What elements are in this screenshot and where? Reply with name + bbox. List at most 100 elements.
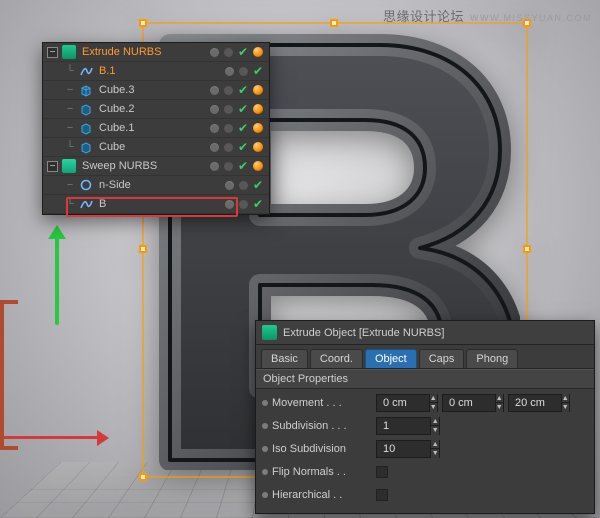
spinner-icon[interactable]: ▲▼ [430, 440, 439, 458]
render-dot[interactable] [224, 143, 233, 152]
bullet-icon [262, 400, 268, 406]
bbox-handle[interactable] [139, 19, 147, 27]
render-dot[interactable] [224, 162, 233, 171]
hierarchical-checkbox[interactable] [376, 489, 388, 501]
visibility-dot[interactable] [210, 86, 219, 95]
tree-item-b1-spline[interactable]: └ B.1 ✔ [43, 62, 269, 81]
bbox-handle[interactable] [330, 19, 338, 27]
spinner-icon[interactable]: ▲▼ [495, 394, 503, 412]
visibility-dot[interactable] [210, 143, 219, 152]
watermark-cn: 思缘设计论坛 [383, 6, 464, 25]
render-dot[interactable] [224, 105, 233, 114]
prop-label: Hierarchical . . [272, 489, 372, 501]
tree-branch-icon: − [65, 84, 75, 96]
tree-item-cube[interactable]: └ Cube ✔ [43, 138, 269, 157]
spinner-icon[interactable]: ▲▼ [561, 394, 569, 412]
bullet-icon [262, 492, 268, 498]
movement-z-field[interactable]: ▲▼ [508, 394, 570, 412]
render-dot[interactable] [224, 86, 233, 95]
enable-check-icon[interactable]: ✔ [253, 65, 263, 77]
visibility-dot[interactable] [225, 200, 234, 209]
tab-basic[interactable]: Basic [261, 349, 308, 368]
tree-branch-icon: − [65, 122, 75, 134]
tree-item-label: B.1 [97, 65, 221, 77]
attribute-manager-panel[interactable]: Extrude Object [Extrude NURBS] Basic Coo… [255, 320, 595, 514]
tree-item-extrude-nurbs[interactable]: − Extrude NURBS ✔ [43, 43, 269, 62]
bbox-handle[interactable] [523, 245, 531, 253]
tree-item-label: n-Side [97, 179, 221, 191]
phong-tag-icon[interactable] [253, 47, 263, 57]
extrude-icon [62, 45, 76, 59]
phong-tag-icon[interactable] [253, 142, 263, 152]
render-dot[interactable] [224, 48, 233, 57]
enable-check-icon[interactable]: ✔ [238, 122, 248, 134]
tree-branch-icon: └ [65, 65, 75, 77]
iso-input[interactable] [377, 443, 430, 455]
tree-item-b-spline[interactable]: └ B ✔ [43, 195, 269, 214]
cube-icon [79, 140, 93, 154]
tree-item-label: Extrude NURBS [80, 46, 206, 58]
render-dot[interactable] [239, 67, 248, 76]
tab-object[interactable]: Object [365, 349, 417, 368]
render-dot[interactable] [239, 200, 248, 209]
visibility-dot[interactable] [210, 105, 219, 114]
visibility-dot[interactable] [210, 162, 219, 171]
render-dot[interactable] [239, 181, 248, 190]
tree-item-label: Cube.3 [97, 84, 206, 96]
axis-y-arrow[interactable] [55, 230, 59, 325]
enable-check-icon[interactable]: ✔ [253, 179, 263, 191]
tab-caps[interactable]: Caps [419, 349, 465, 368]
enable-check-icon[interactable]: ✔ [253, 198, 263, 210]
spline-icon [79, 64, 93, 78]
enable-check-icon[interactable]: ✔ [238, 160, 248, 172]
movement-x-input[interactable] [377, 397, 429, 409]
spinner-icon[interactable]: ▲▼ [429, 394, 437, 412]
object-manager-panel[interactable]: − Extrude NURBS ✔ └ B.1 ✔ − Cube.3 ✔ − [42, 42, 270, 215]
movement-z-input[interactable] [509, 397, 561, 409]
bullet-icon [262, 423, 268, 429]
prop-label: Iso Subdivision [272, 443, 372, 455]
tree-item-label: Cube.2 [97, 103, 206, 115]
render-dot[interactable] [224, 124, 233, 133]
section-header: Object Properties [256, 369, 594, 389]
tree-item-cube1[interactable]: − Cube.1 ✔ [43, 119, 269, 138]
attribute-title: Extrude Object [Extrude NURBS] [283, 327, 444, 339]
phong-tag-icon[interactable] [253, 85, 263, 95]
tab-phong[interactable]: Phong [466, 349, 518, 368]
enable-check-icon[interactable]: ✔ [238, 84, 248, 96]
prop-label: Subdivision . . . [272, 420, 372, 432]
spline-icon [79, 197, 93, 211]
movement-y-input[interactable] [443, 397, 495, 409]
tree-item-label: Cube [97, 141, 206, 153]
visibility-dot[interactable] [225, 181, 234, 190]
tree-item-nside[interactable]: − n-Side ✔ [43, 176, 269, 195]
enable-check-icon[interactable]: ✔ [238, 141, 248, 153]
tab-coord[interactable]: Coord. [310, 349, 363, 368]
spinner-icon[interactable]: ▲▼ [430, 417, 439, 435]
expander-icon[interactable]: − [47, 161, 58, 172]
prop-subdivision: Subdivision . . . ▲▼ [262, 416, 588, 436]
tree-branch-icon: └ [65, 198, 75, 210]
visibility-dot[interactable] [210, 48, 219, 57]
flip-normals-checkbox[interactable] [376, 466, 388, 478]
attribute-header: Extrude Object [Extrude NURBS] [256, 321, 594, 345]
phong-tag-icon[interactable] [253, 104, 263, 114]
tree-item-cube2[interactable]: − Cube.2 ✔ [43, 100, 269, 119]
tree-item-sweep-nurbs[interactable]: − Sweep NURBS ✔ [43, 157, 269, 176]
movement-y-field[interactable]: ▲▼ [442, 394, 504, 412]
extrude-icon [262, 325, 277, 340]
bbox-handle[interactable] [139, 245, 147, 253]
tree-item-cube3[interactable]: − Cube.3 ✔ [43, 81, 269, 100]
subdivision-input[interactable] [377, 420, 430, 432]
phong-tag-icon[interactable] [253, 123, 263, 133]
enable-check-icon[interactable]: ✔ [238, 46, 248, 58]
visibility-dot[interactable] [210, 124, 219, 133]
visibility-dot[interactable] [225, 67, 234, 76]
prop-label: Movement . . . [272, 397, 372, 409]
movement-x-field[interactable]: ▲▼ [376, 394, 438, 412]
enable-check-icon[interactable]: ✔ [238, 103, 248, 115]
subdivision-field[interactable]: ▲▼ [376, 417, 440, 435]
iso-field[interactable]: ▲▼ [376, 440, 440, 458]
phong-tag-icon[interactable] [253, 161, 263, 171]
expander-icon[interactable]: − [47, 47, 58, 58]
